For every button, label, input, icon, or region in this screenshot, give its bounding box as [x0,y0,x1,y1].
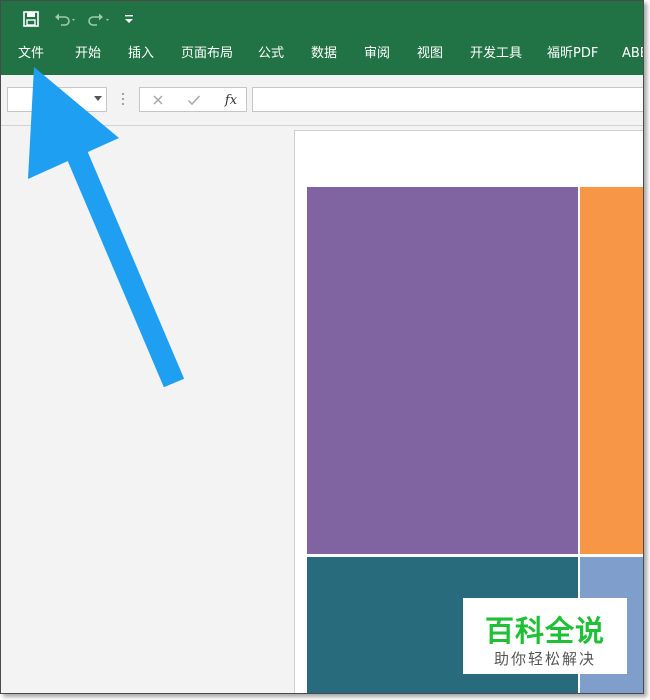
arrow-shaft [58,131,185,388]
watermark-subtitle: 助你轻松解决 [493,650,596,668]
watermark-logo: 百科全说 助你轻松解决 [463,598,627,674]
annotation-arrow [28,67,185,388]
excel-window: 文件 开始 插入 页面布局 公式 数据 审阅 视图 开发工具 福昕PDF ABB [0,0,644,694]
watermark-title: 百科全说 [484,614,605,648]
